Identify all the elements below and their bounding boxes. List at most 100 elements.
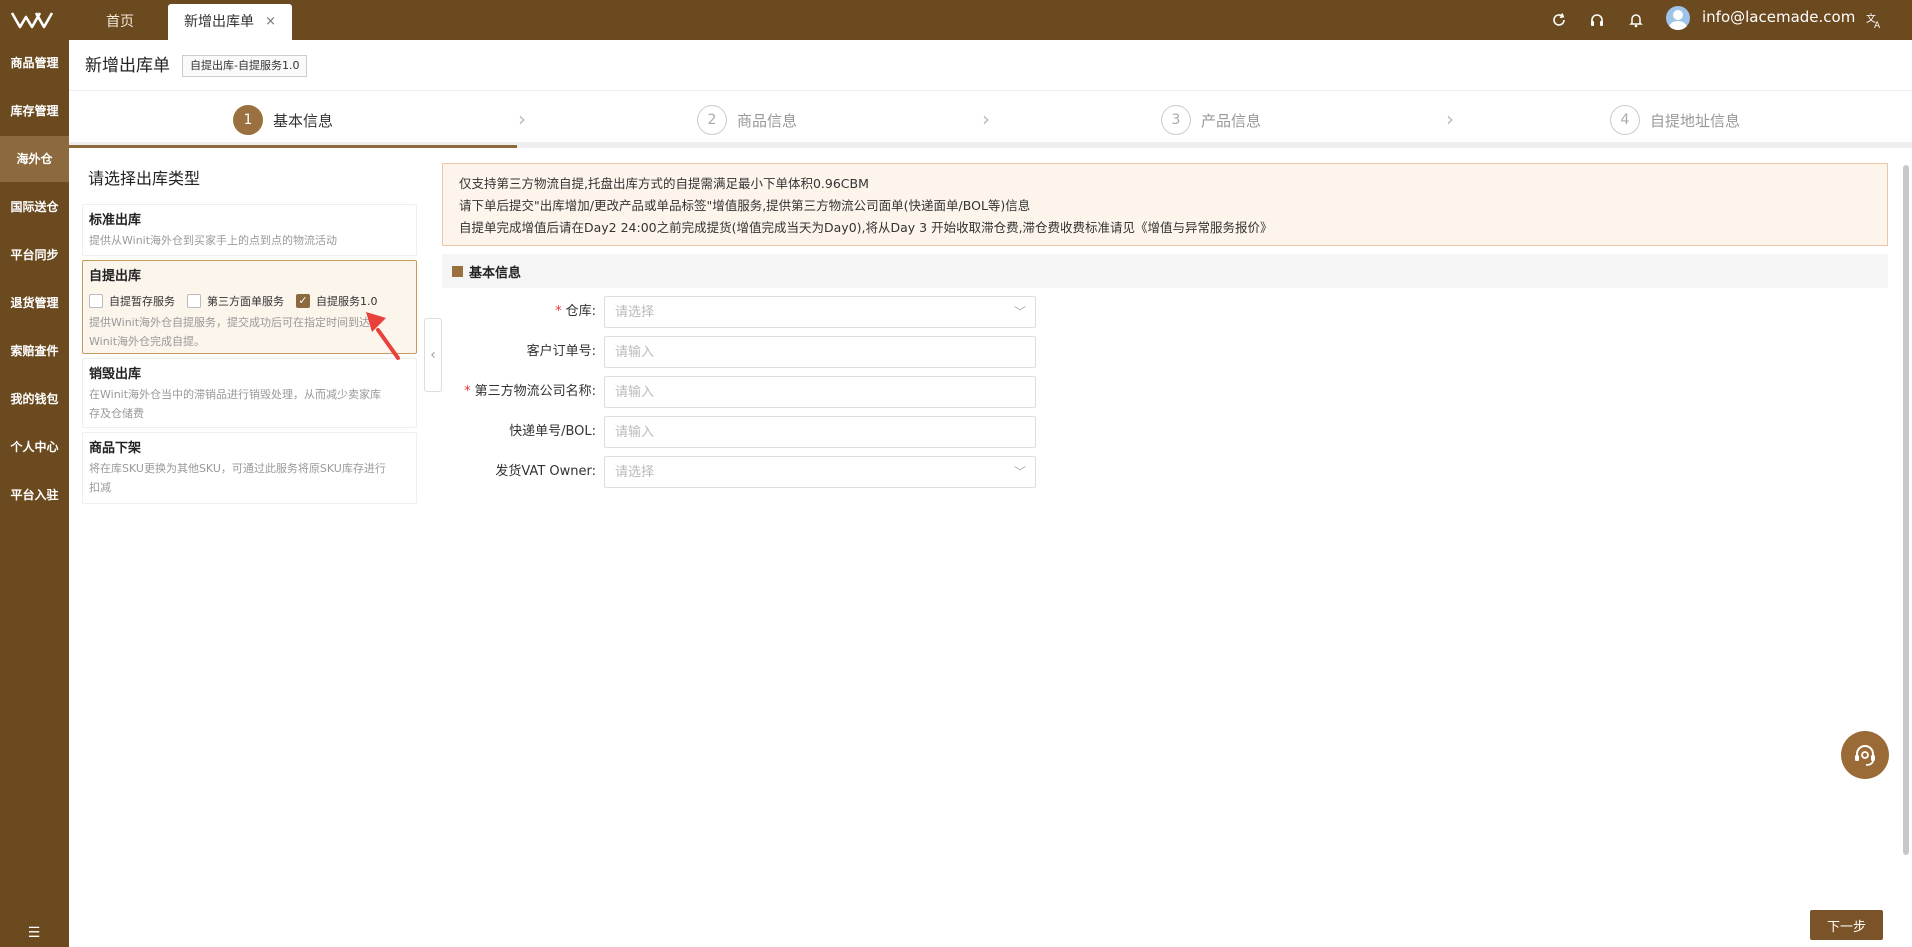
card-title: 标准出库	[89, 213, 142, 228]
sidebar-item-platform-sync[interactable]: 平台同步	[0, 232, 69, 278]
bell-icon[interactable]	[1624, 8, 1648, 32]
active-step-underline	[69, 145, 517, 148]
checkbox-checked[interactable]: ✓	[296, 294, 310, 308]
chevron-down-icon[interactable]: ﹀	[1014, 302, 1026, 322]
form-section-title: 基本信息	[469, 265, 522, 281]
option-label: 自提暂存服务	[109, 295, 175, 308]
sidebar-item-claims[interactable]: 索赔查件	[0, 328, 69, 374]
headset-icon[interactable]	[1585, 8, 1609, 32]
checkbox[interactable]	[89, 294, 103, 308]
logistics-company-input[interactable]	[604, 376, 1036, 408]
step-goods-info: 2 商品信息	[697, 105, 797, 135]
type-card-self-pickup[interactable]: 自提出库 自提暂存服务 第三方面单服务 ✓ 自提服务1.0 提供Winit海外仓…	[82, 260, 417, 354]
option-label: 第三方面单服务	[207, 295, 284, 308]
field-label: * 仓库:	[555, 304, 596, 319]
step-indicator: 1 基本信息 › 2 商品信息 › 3 产品信息 › 4 自提地址信息	[69, 90, 1912, 148]
card-desc: Winit海外仓完成自提。	[89, 335, 206, 348]
field-label-text: 仓库:	[565, 304, 596, 319]
field-customer-order-no: 客户订单号:	[442, 336, 1042, 368]
step-label: 商品信息	[737, 111, 798, 130]
menu-collapse-icon[interactable]: ☰	[24, 925, 44, 941]
field-label-text: 快递单号/BOL:	[509, 424, 596, 439]
vat-owner-select[interactable]	[604, 456, 1036, 488]
card-title: 销毁出库	[89, 367, 142, 382]
step-basic-info: 1 基本信息	[233, 105, 333, 135]
sidebar-item-platform-onboard[interactable]: 平台入驻	[0, 472, 69, 518]
top-bar: 首页 新增出库单 × info@lacemade.com 文A	[0, 0, 1912, 40]
card-desc: 在Winit海外仓当中的滞销品进行销毁处理，从而减少卖家库	[89, 388, 382, 401]
card-desc: 扣减	[89, 481, 111, 494]
next-step-button[interactable]: 下一步	[1810, 910, 1883, 940]
step-label: 自提地址信息	[1650, 111, 1741, 130]
field-label-text: 发货VAT Owner:	[495, 464, 596, 479]
avatar[interactable]	[1666, 6, 1690, 30]
step-number: 1	[233, 105, 263, 135]
customer-order-input[interactable]	[604, 336, 1036, 368]
page-title: 新增出库单	[85, 56, 170, 76]
tab-home[interactable]: 首页	[90, 4, 150, 40]
svg-text:A: A	[1874, 21, 1881, 29]
chevron-down-icon[interactable]: ﹀	[1014, 462, 1026, 482]
type-card-standard[interactable]: 标准出库 提供从Winit海外仓到买家手上的点到点的物流活动	[82, 204, 417, 256]
field-label: 客户订单号:	[527, 336, 596, 368]
field-vat-owner: 发货VAT Owner: ﹀	[442, 456, 1042, 488]
chevron-right-icon: ›	[518, 107, 526, 131]
option-pickup-service-1[interactable]: ✓ 自提服务1.0	[296, 293, 378, 309]
step-number: 4	[1610, 105, 1640, 135]
notice-banner: 仅支持第三方物流自提,托盘出库方式的自提需满足最小下单体积0.96CBM 请下单…	[442, 163, 1888, 246]
sidebar-item-overseas-warehouse[interactable]: 海外仓	[0, 136, 69, 182]
step-label: 基本信息	[273, 111, 334, 130]
user-email[interactable]: info@lacemade.com	[1702, 8, 1855, 26]
tab-new-outbound-label: 新增出库单	[184, 14, 254, 30]
sidebar-item-wallet[interactable]: 我的钱包	[0, 376, 69, 422]
card-desc: 将在库SKU更换为其他SKU，可通过此服务将原SKU库存进行	[89, 462, 386, 475]
step-label: 产品信息	[1201, 111, 1262, 130]
card-desc: 存及仓储费	[89, 407, 144, 420]
tab-new-outbound[interactable]: 新增出库单 ×	[168, 4, 292, 40]
option-pickup-temp-storage[interactable]: 自提暂存服务	[89, 293, 175, 309]
field-3pl-company: * 第三方物流公司名称:	[442, 376, 1042, 408]
notice-line: 仅支持第三方物流自提,托盘出库方式的自提需满足最小下单体积0.96CBM	[459, 176, 869, 191]
notice-line: 自提单完成增值后请在Day2 24:00之前完成提货(增值完成当天为Day0),…	[459, 220, 1273, 235]
scrollbar[interactable]	[1903, 165, 1909, 855]
chevron-right-icon: ›	[1446, 107, 1454, 131]
card-title: 自提出库	[89, 269, 142, 284]
form-section-header: 基本信息	[442, 254, 1888, 288]
step-product-info: 3 产品信息	[1161, 105, 1261, 135]
chevron-right-icon: ›	[982, 107, 990, 131]
checkbox[interactable]	[187, 294, 201, 308]
tracking-bol-input[interactable]	[604, 416, 1036, 448]
step-pickup-address: 4 自提地址信息	[1610, 105, 1740, 135]
winit-logo-icon[interactable]	[10, 8, 54, 32]
step-number: 3	[1161, 105, 1191, 135]
card-title: 商品下架	[89, 441, 142, 456]
translate-icon[interactable]: 文A	[1862, 8, 1886, 32]
sidebar-item-international-delivery[interactable]: 国际送仓	[0, 184, 69, 230]
order-type-tag: 自提出库-自提服务1.0	[182, 55, 308, 77]
type-card-destroy[interactable]: 销毁出库 在Winit海外仓当中的滞销品进行销毁处理，从而减少卖家库 存及仓储费	[82, 358, 417, 428]
step-number: 2	[697, 105, 727, 135]
type-card-delist[interactable]: 商品下架 将在库SKU更换为其他SKU，可通过此服务将原SKU库存进行 扣减	[82, 432, 417, 504]
field-tracking-bol: 快递单号/BOL:	[442, 416, 1042, 448]
card-desc: 提供Winit海外仓自提服务，提交成功后可在指定时间到达	[89, 316, 371, 329]
sidebar-item-profile[interactable]: 个人中心	[0, 424, 69, 470]
support-agent-icon	[1855, 745, 1875, 766]
warehouse-select[interactable]	[604, 296, 1036, 328]
field-label: * 第三方物流公司名称:	[464, 384, 596, 399]
sidebar-item-inventory[interactable]: 库存管理	[0, 88, 69, 134]
option-label: 自提服务1.0	[316, 295, 378, 308]
pickup-options: 自提暂存服务 第三方面单服务 ✓ 自提服务1.0	[89, 289, 410, 313]
panel-collapse-button[interactable]: ‹	[424, 318, 442, 392]
refresh-icon[interactable]	[1547, 8, 1571, 32]
sidebar-item-products[interactable]: 商品管理	[0, 40, 69, 86]
close-icon[interactable]: ×	[265, 4, 276, 40]
sidebar-item-returns[interactable]: 退货管理	[0, 280, 69, 326]
field-label: 发货VAT Owner:	[495, 456, 596, 488]
field-label-text: 第三方物流公司名称:	[474, 384, 596, 399]
field-warehouse: *仓库: ﹀	[442, 296, 1042, 328]
option-third-party-label[interactable]: 第三方面单服务	[187, 293, 284, 309]
field-label-text: 客户订单号:	[526, 344, 596, 359]
card-desc: 提供从Winit海外仓到买家手上的点到点的物流活动	[89, 234, 338, 247]
section-icon	[452, 265, 463, 277]
customer-support-button[interactable]	[1841, 731, 1889, 779]
